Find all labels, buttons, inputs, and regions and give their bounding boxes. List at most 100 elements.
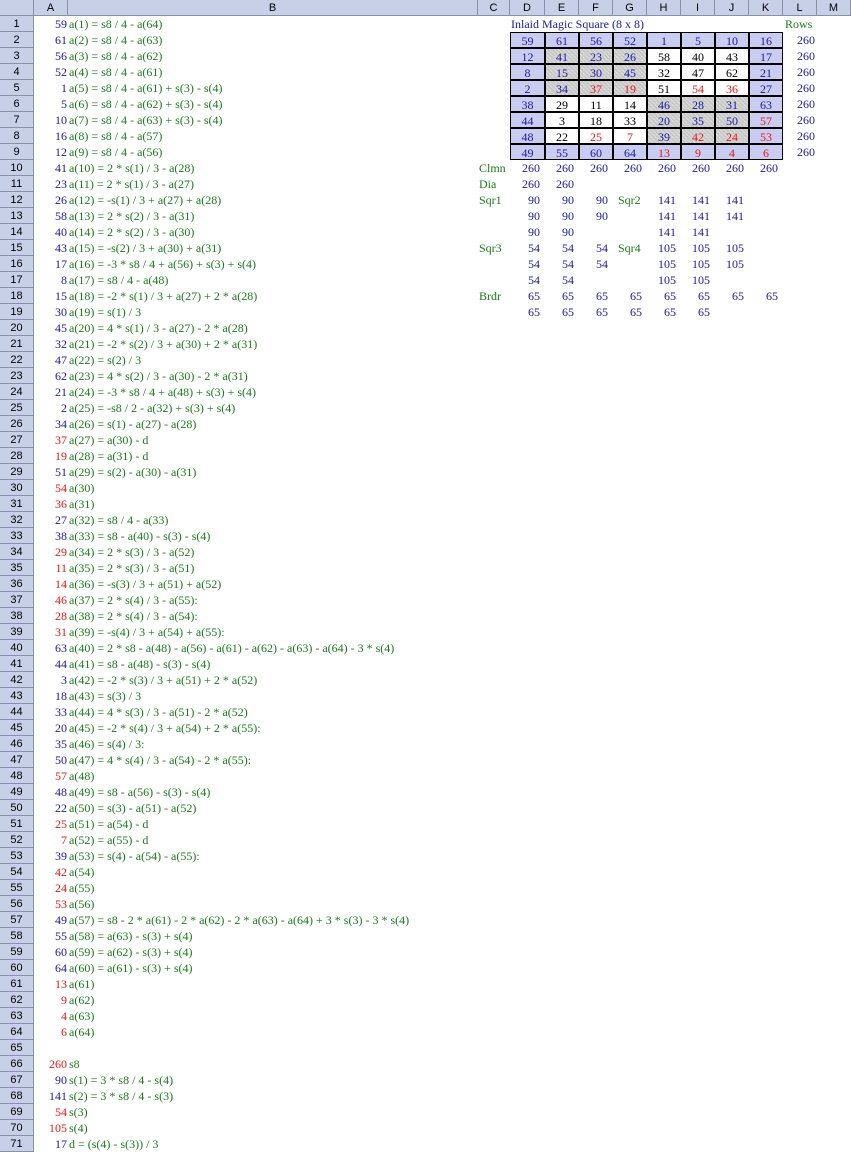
cell-value[interactable]: 64 xyxy=(34,960,67,976)
cell-formula[interactable]: a(50) = s(3) - a(51) - a(52) xyxy=(69,800,196,816)
cell-value[interactable]: 52 xyxy=(34,64,67,80)
row-header[interactable]: 42 xyxy=(0,672,34,688)
check-value[interactable]: 105 xyxy=(647,240,676,256)
check-value[interactable]: 54 xyxy=(579,256,608,272)
cell-formula[interactable]: a(15) = -s(2) / 3 + a(30) + a(31) xyxy=(69,240,221,256)
cell-formula[interactable]: a(5) = s8 / 4 - a(61) + s(3) - s(4) xyxy=(69,80,223,96)
row-header[interactable]: 61 xyxy=(0,976,34,992)
cell-value[interactable]: 48 xyxy=(34,784,67,800)
magic-square-cell[interactable]: 5 xyxy=(681,32,715,48)
row-header[interactable]: 70 xyxy=(0,1120,34,1136)
check-value[interactable]: 90 xyxy=(579,208,608,224)
row-sum[interactable]: 260 xyxy=(783,96,815,112)
row-header[interactable]: 13 xyxy=(0,208,34,224)
magic-square-cell[interactable]: 60 xyxy=(579,144,613,160)
cell-formula[interactable]: a(49) = s8 - a(56) - s(3) - s(4) xyxy=(69,784,210,800)
magic-square-cell[interactable]: 63 xyxy=(749,96,783,112)
check-value[interactable]: 54 xyxy=(510,256,540,272)
check-value[interactable]: 260 xyxy=(749,160,778,176)
row-header[interactable]: 44 xyxy=(0,704,34,720)
check-value[interactable]: 141 xyxy=(681,192,710,208)
row-header[interactable]: 26 xyxy=(0,416,34,432)
cell-formula[interactable]: a(32) = s8 / 4 - a(33) xyxy=(69,512,168,528)
cell-value[interactable]: 45 xyxy=(34,320,67,336)
cell-formula[interactable]: a(20) = 4 * s(1) / 3 - a(27) - 2 * a(28) xyxy=(69,320,248,336)
row-header[interactable]: 47 xyxy=(0,752,34,768)
cell-value[interactable]: 50 xyxy=(34,752,67,768)
cell-formula[interactable]: a(61) xyxy=(69,976,94,992)
cell-value[interactable]: 59 xyxy=(34,16,67,32)
check-value[interactable]: 141 xyxy=(647,224,676,240)
row-header[interactable]: 65 xyxy=(0,1040,34,1056)
cell-value[interactable]: 57 xyxy=(34,768,67,784)
row-header[interactable]: 11 xyxy=(0,176,34,192)
column-header[interactable]: D xyxy=(510,0,545,16)
check-value[interactable]: 65 xyxy=(579,304,608,320)
check-value[interactable]: 105 xyxy=(681,272,710,288)
cell-formula[interactable]: a(48) xyxy=(69,768,94,784)
check-value[interactable]: 65 xyxy=(545,304,574,320)
cell-formula[interactable]: a(28) = a(31) - d xyxy=(69,448,148,464)
row-header[interactable]: 53 xyxy=(0,848,34,864)
magic-square-cell[interactable]: 49 xyxy=(510,144,545,160)
cell-value[interactable]: 17 xyxy=(34,1136,67,1152)
magic-square-cell[interactable]: 22 xyxy=(545,128,579,144)
check-value[interactable]: 141 xyxy=(647,208,676,224)
magic-square-cell[interactable]: 44 xyxy=(510,112,545,128)
row-header[interactable]: 6 xyxy=(0,96,34,112)
cell-formula[interactable]: a(7) = s8 / 4 - a(63) + s(3) - s(4) xyxy=(69,112,223,128)
magic-square-cell[interactable]: 21 xyxy=(749,64,783,80)
magic-square-cell[interactable]: 40 xyxy=(681,48,715,64)
column-header[interactable]: J xyxy=(715,0,749,16)
check-value[interactable]: 65 xyxy=(510,304,540,320)
cell-value[interactable]: 54 xyxy=(34,1104,67,1120)
magic-square-cell[interactable]: 26 xyxy=(613,48,647,64)
cell-value[interactable]: 29 xyxy=(34,544,67,560)
cell-value[interactable]: 55 xyxy=(34,928,67,944)
cell-value[interactable]: 39 xyxy=(34,848,67,864)
cell-value[interactable]: 2 xyxy=(34,400,67,416)
row-header[interactable]: 34 xyxy=(0,544,34,560)
cell-formula[interactable]: a(23) = 4 * s(2) / 3 - a(30) - 2 * a(31) xyxy=(69,368,248,384)
check-value[interactable]: 105 xyxy=(681,240,710,256)
check-value[interactable]: 141 xyxy=(715,208,744,224)
cell-formula[interactable]: a(43) = s(3) / 3 xyxy=(69,688,141,704)
row-header[interactable]: 43 xyxy=(0,688,34,704)
cell-formula[interactable]: a(37) = 2 * s(4) / 3 - a(55): xyxy=(69,592,198,608)
cell-formula[interactable]: a(31) xyxy=(69,496,94,512)
row-header[interactable]: 25 xyxy=(0,400,34,416)
cell-formula[interactable]: a(62) xyxy=(69,992,94,1008)
cell-value[interactable]: 44 xyxy=(34,656,67,672)
cell-value[interactable]: 3 xyxy=(34,672,67,688)
magic-square-cell[interactable]: 18 xyxy=(579,112,613,128)
magic-square-cell[interactable]: 3 xyxy=(545,112,579,128)
cell-value[interactable]: 13 xyxy=(34,976,67,992)
cell-value[interactable]: 32 xyxy=(34,336,67,352)
check-value[interactable]: 90 xyxy=(510,224,540,240)
row-header[interactable]: 14 xyxy=(0,224,34,240)
row-header[interactable]: 4 xyxy=(0,64,34,80)
magic-square-cell[interactable]: 13 xyxy=(647,144,681,160)
cell-value[interactable]: 12 xyxy=(34,144,67,160)
magic-square-cell[interactable]: 12 xyxy=(510,48,545,64)
magic-square-cell[interactable]: 35 xyxy=(681,112,715,128)
cell-formula[interactable]: a(57) = s8 - 2 * a(61) - 2 * a(62) - 2 *… xyxy=(69,912,409,928)
cell-value[interactable]: 23 xyxy=(34,176,67,192)
magic-square-cell[interactable]: 54 xyxy=(681,80,715,96)
cell-formula[interactable]: a(2) = s8 / 4 - a(63) xyxy=(69,32,162,48)
magic-square-cell[interactable]: 28 xyxy=(681,96,715,112)
row-header[interactable]: 2 xyxy=(0,32,34,48)
magic-square-cell[interactable]: 41 xyxy=(545,48,579,64)
cell-value[interactable]: 260 xyxy=(34,1056,67,1072)
row-header[interactable]: 21 xyxy=(0,336,34,352)
row-header[interactable]: 60 xyxy=(0,960,34,976)
check-value[interactable]: 65 xyxy=(545,288,574,304)
cell-value[interactable]: 36 xyxy=(34,496,67,512)
magic-square-cell[interactable]: 39 xyxy=(647,128,681,144)
cell-formula[interactable]: a(6) = s8 / 4 - a(62) + s(3) - s(4) xyxy=(69,96,223,112)
column-header[interactable]: H xyxy=(647,0,681,16)
cell-formula[interactable]: a(35) = 2 * s(3) / 3 - a(51) xyxy=(69,560,194,576)
cell-formula[interactable]: a(41) = s8 - a(48) - s(3) - s(4) xyxy=(69,656,210,672)
cell-formula[interactable]: s(1) = 3 * s8 / 4 - s(4) xyxy=(69,1072,173,1088)
magic-square-cell[interactable]: 4 xyxy=(715,144,749,160)
